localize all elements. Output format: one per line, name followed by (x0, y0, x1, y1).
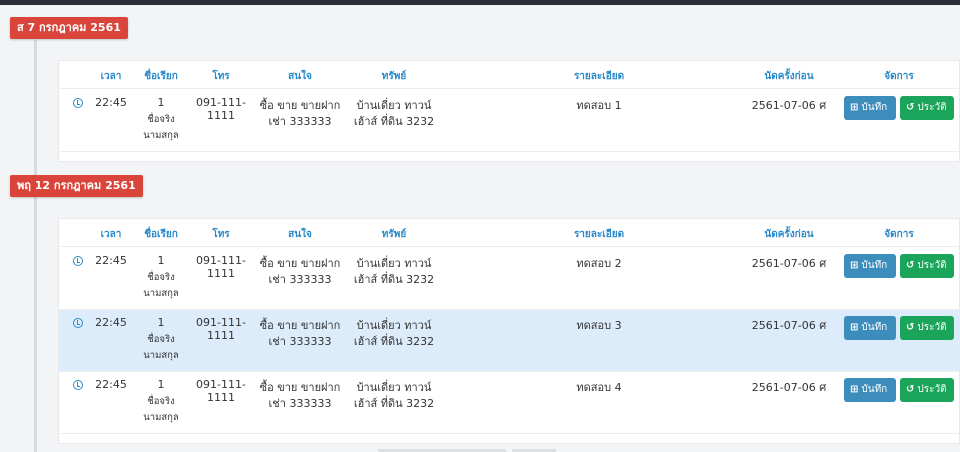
col-detail: รายละเอียด (573, 71, 625, 82)
col-phone: โทร (212, 71, 230, 82)
cell-time: 22:45 (95, 316, 127, 329)
col-time: เวลา (100, 229, 122, 240)
history-button[interactable]: ↺ ประวัติ (900, 96, 954, 120)
history-button[interactable]: ↺ ประวัติ (900, 378, 954, 402)
save-label: บันทึก (861, 384, 888, 395)
cell-last-appt: 2561-07-06 ศ (751, 381, 827, 394)
history-button[interactable]: ↺ ประวัติ (900, 316, 954, 340)
cell-property-2: เฮ้าส์ ที่ดิน 3232 (353, 115, 435, 128)
day-badge: ส 7 กรกฎาคม 2561 (10, 17, 128, 39)
cell-time: 22:45 (95, 378, 127, 391)
undo-icon: ↺ (906, 384, 915, 395)
col-time: เวลา (100, 71, 122, 82)
col-last-appt: นัดครั้งก่อน (764, 229, 814, 240)
history-label: ประวัติ (917, 322, 947, 333)
col-property: ทรัพย์ (381, 71, 407, 82)
day-card: เวลา ชื่อเรียก โทร สนใจ ทรัพย์ รายละเอีย… (58, 60, 960, 162)
cell-last-appt: 2561-07-06 ศ (751, 99, 827, 112)
col-last-appt: นัดครั้งก่อน (764, 71, 814, 82)
save-button[interactable]: ⊞ บันทึก (844, 378, 896, 402)
cell-interest-2: เช่า 333333 (268, 335, 332, 348)
col-property: ทรัพย์ (381, 229, 407, 240)
plus-square-icon: ⊞ (850, 384, 859, 395)
day-badge: พฤ 12 กรกฎาคม 2561 (10, 175, 143, 197)
col-nickname: ชื่อเรียก (144, 71, 178, 82)
cell-realname-first: ชื่อจริง (147, 114, 175, 125)
cell-last-appt: 2561-07-06 ศ (751, 257, 827, 270)
cell-nickname: 1 (157, 316, 165, 329)
clock-icon (73, 256, 83, 266)
save-label: บันทึก (861, 260, 888, 271)
save-button[interactable]: ⊞ บันทึก (844, 316, 896, 340)
cell-nickname: 1 (157, 96, 165, 109)
plus-square-icon: ⊞ (850, 102, 859, 113)
plus-square-icon: ⊞ (850, 260, 859, 271)
table-header: เวลา ชื่อเรียก โทร สนใจ ทรัพย์ รายละเอีย… (59, 219, 960, 247)
top-bar (0, 0, 960, 5)
cell-phone: 091-111-1111 (196, 378, 246, 404)
col-nickname: ชื่อเรียก (144, 229, 178, 240)
cell-time: 22:45 (95, 96, 127, 109)
col-phone: โทร (212, 229, 230, 240)
history-label: ประวัติ (917, 260, 947, 271)
cell-nickname: 1 (157, 378, 165, 391)
cell-detail: ทดสอบ 4 (576, 381, 622, 394)
save-label: บันทึก (861, 322, 888, 333)
col-interest: สนใจ (288, 229, 312, 240)
table-header: เวลา ชื่อเรียก โทร สนใจ ทรัพย์ รายละเอีย… (59, 61, 960, 89)
cell-phone: 091-111-1111 (196, 254, 246, 280)
cell-realname-last: นามสกุล (143, 350, 179, 361)
col-detail: รายละเอียด (573, 229, 625, 240)
day-card: เวลา ชื่อเรียก โทร สนใจ ทรัพย์ รายละเอีย… (58, 218, 960, 444)
cell-interest-2: เช่า 333333 (268, 273, 332, 286)
cell-interest-2: เช่า 333333 (268, 397, 332, 410)
table-row: 22:45 1 ชื่อจริง นามสกุล 091-111-1111 ซื… (59, 248, 960, 310)
cell-realname-last: นามสกุล (143, 288, 179, 299)
cell-realname-first: ชื่อจริง (147, 272, 175, 283)
cell-phone: 091-111-1111 (196, 316, 246, 342)
col-manage: จัดการ (884, 71, 914, 82)
cell-phone: 091-111-1111 (196, 96, 246, 122)
history-label: ประวัติ (917, 384, 947, 395)
cell-time: 22:45 (95, 254, 127, 267)
cell-nickname: 1 (157, 254, 165, 267)
history-button[interactable]: ↺ ประวัติ (900, 254, 954, 278)
history-label: ประวัติ (917, 102, 947, 113)
undo-icon: ↺ (906, 322, 915, 333)
col-manage: จัดการ (884, 229, 914, 240)
timeline-line (34, 40, 37, 452)
clock-icon (73, 380, 83, 390)
table-row: 22:45 1 ชื่อจริง นามสกุล 091-111-1111 ซื… (59, 310, 960, 372)
table-row: 22:45 1 ชื่อจริง นามสกุล 091-111-1111 ซื… (59, 372, 960, 434)
cell-last-appt: 2561-07-06 ศ (751, 319, 827, 332)
cell-realname-first: ชื่อจริง (147, 396, 175, 407)
table-row: 22:45 1 ชื่อจริง นามสกุล 091-111-1111 ซื… (59, 90, 960, 152)
cell-property-2: เฮ้าส์ ที่ดิน 3232 (353, 397, 435, 410)
clock-icon (73, 98, 83, 108)
clock-icon (73, 318, 83, 328)
cell-property-2: เฮ้าส์ ที่ดิน 3232 (353, 335, 435, 348)
save-label: บันทึก (861, 102, 888, 113)
plus-square-icon: ⊞ (850, 322, 859, 333)
cell-detail: ทดสอบ 2 (576, 257, 622, 270)
save-button[interactable]: ⊞ บันทึก (844, 96, 896, 120)
cell-property-2: เฮ้าส์ ที่ดิน 3232 (353, 273, 435, 286)
cell-realname-first: ชื่อจริง (147, 334, 175, 345)
save-button[interactable]: ⊞ บันทึก (844, 254, 896, 278)
col-interest: สนใจ (288, 71, 312, 82)
cell-realname-last: นามสกุล (143, 130, 179, 141)
cell-detail: ทดสอบ 3 (576, 319, 622, 332)
undo-icon: ↺ (906, 102, 915, 113)
cell-realname-last: นามสกุล (143, 412, 179, 423)
cell-detail: ทดสอบ 1 (576, 99, 622, 112)
undo-icon: ↺ (906, 260, 915, 271)
cell-interest-2: เช่า 333333 (268, 115, 332, 128)
